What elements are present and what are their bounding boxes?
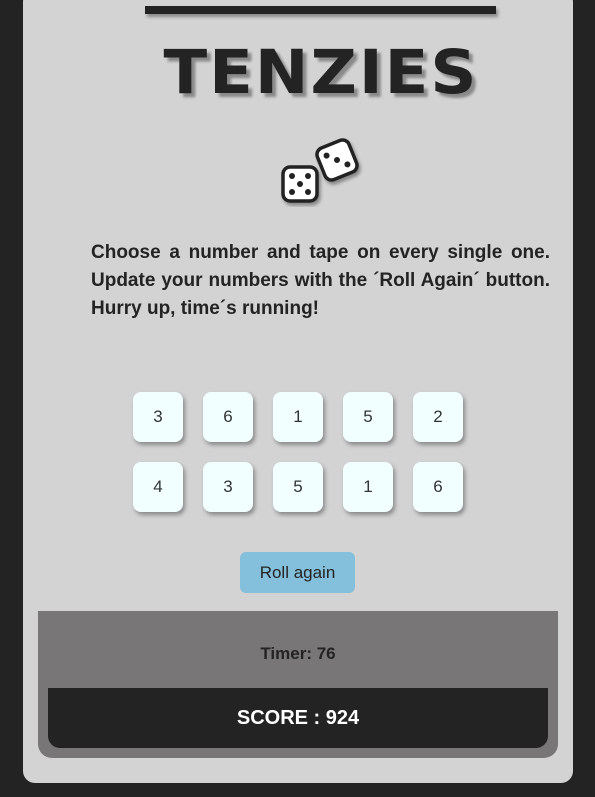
title-divider [145, 6, 496, 14]
score-display: SCORE : 924 [48, 688, 548, 748]
game-title: TENZIES [163, 37, 479, 109]
roll-again-button[interactable]: Roll again [240, 552, 355, 593]
die[interactable]: 1 [273, 392, 323, 442]
die[interactable]: 2 [413, 392, 463, 442]
die[interactable]: 3 [203, 462, 253, 512]
die[interactable]: 5 [273, 462, 323, 512]
instructions-text: Choose a number and tape on every single… [91, 242, 550, 319]
die[interactable]: 5 [343, 392, 393, 442]
die[interactable]: 6 [203, 392, 253, 442]
dice-pair-icon [281, 138, 359, 203]
dice-grid: 3 6 1 5 2 4 3 5 1 6 [133, 392, 463, 512]
die[interactable]: 1 [343, 462, 393, 512]
timer-display: Timer: 76 [260, 644, 336, 663]
die[interactable]: 6 [413, 462, 463, 512]
die[interactable]: 4 [133, 462, 183, 512]
status-panel: Timer: 76 SCORE : 924 [38, 611, 558, 758]
die[interactable]: 3 [133, 392, 183, 442]
